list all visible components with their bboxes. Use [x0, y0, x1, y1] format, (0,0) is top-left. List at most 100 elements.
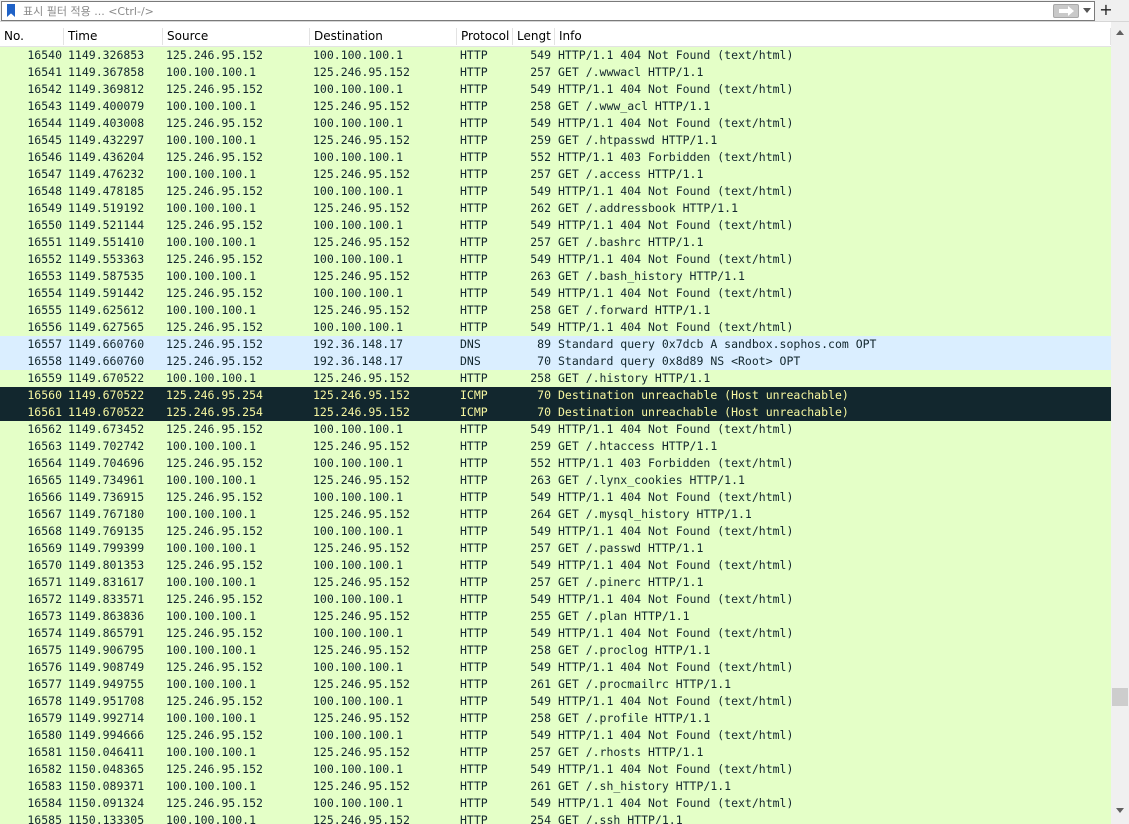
packet-time: 1150.046411 [68, 745, 145, 759]
packet-destination: 125.246.95.152 [313, 507, 410, 521]
packet-length: 258 [530, 371, 551, 385]
packet-info: Destination unreachable (Host unreachabl… [558, 388, 849, 402]
packet-row[interactable]: 16576 1149.908749 125.246.95.152 100.100.10… [0, 659, 1111, 676]
packet-info: GET /.lynx_cookies HTTP/1.1 [558, 473, 745, 487]
packet-row[interactable]: 16578 1149.951708 125.246.95.152 100.100.10… [0, 693, 1111, 710]
column-header-no[interactable]: No. [0, 26, 64, 47]
packet-protocol: HTTP [460, 575, 488, 589]
packet-row[interactable]: 16547 1149.476232 100.100.100.1 125.246.95.… [0, 166, 1111, 183]
packet-time: 1149.403008 [68, 116, 145, 130]
packet-row[interactable]: 16581 1150.046411 100.100.100.1 125.246.95.… [0, 744, 1111, 761]
packet-info: GET /.bash_history HTTP/1.1 [558, 269, 745, 283]
packet-number: 16554 [27, 286, 62, 300]
packet-row[interactable]: 16557 1149.660760 125.246.95.152 192.36.148… [0, 336, 1111, 353]
packet-row[interactable]: 16541 1149.367858 100.100.100.1 125.246.95.… [0, 64, 1111, 81]
packet-source: 125.246.95.152 [166, 592, 263, 606]
scroll-down-icon[interactable] [1116, 808, 1124, 813]
packet-row[interactable]: 16563 1149.702742 100.100.100.1 125.246.95.… [0, 438, 1111, 455]
packet-row[interactable]: 16553 1149.587535 100.100.100.1 125.246.95.… [0, 268, 1111, 285]
packet-destination: 125.246.95.152 [313, 813, 410, 824]
packet-row[interactable]: 16565 1149.734961 100.100.100.1 125.246.95.… [0, 472, 1111, 489]
packet-info: HTTP/1.1 404 Not Found (text/html) [558, 524, 794, 538]
packet-number: 16549 [27, 201, 62, 215]
packet-row[interactable]: 16546 1149.436204 125.246.95.152 100.100.10… [0, 149, 1111, 166]
packet-row[interactable]: 16555 1149.625612 100.100.100.1 125.246.95.… [0, 302, 1111, 319]
apply-filter-arrow-icon[interactable] [1053, 4, 1079, 18]
packet-row[interactable]: 16580 1149.994666 125.246.95.152 100.100.10… [0, 727, 1111, 744]
packet-list[interactable]: 16540 1149.326853 125.246.95.152 100.100.10… [0, 47, 1111, 824]
packet-row[interactable]: 16552 1149.553363 125.246.95.152 100.100.10… [0, 251, 1111, 268]
packet-row[interactable]: 16582 1150.048365 125.246.95.152 100.100.10… [0, 761, 1111, 778]
packet-row[interactable]: 16577 1149.949755 100.100.100.1 125.246.95.… [0, 676, 1111, 693]
display-filter-input[interactable] [23, 3, 1043, 19]
column-header-source[interactable]: Source [163, 26, 310, 47]
packet-row[interactable]: 16567 1149.767180 100.100.100.1 125.246.95.… [0, 506, 1111, 523]
packet-row[interactable]: 16564 1149.704696 125.246.95.152 100.100.10… [0, 455, 1111, 472]
packet-source: 125.246.95.152 [166, 626, 263, 640]
packet-row[interactable]: 16554 1149.591442 125.246.95.152 100.100.10… [0, 285, 1111, 302]
packet-info: HTTP/1.1 404 Not Found (text/html) [558, 184, 794, 198]
packet-row[interactable]: 16542 1149.369812 125.246.95.152 100.100.10… [0, 81, 1111, 98]
column-header-time[interactable]: Time [64, 26, 163, 47]
packet-info: HTTP/1.1 404 Not Found (text/html) [558, 728, 794, 742]
packet-protocol: HTTP [460, 609, 488, 623]
packet-source: 125.246.95.152 [166, 218, 263, 232]
packet-row[interactable]: 16560 1149.670522 125.246.95.254 125.246.95… [0, 387, 1111, 404]
packet-row[interactable]: 16571 1149.831617 100.100.100.1 125.246.95.… [0, 574, 1111, 591]
packet-length: 264 [530, 507, 551, 521]
packet-row[interactable]: 16562 1149.673452 125.246.95.152 100.100.10… [0, 421, 1111, 438]
packet-row[interactable]: 16579 1149.992714 100.100.100.1 125.246.95.… [0, 710, 1111, 727]
packet-source: 125.246.95.152 [166, 524, 263, 538]
packet-row[interactable]: 16561 1149.670522 125.246.95.254 125.246.95… [0, 404, 1111, 421]
packet-number: 16575 [27, 643, 62, 657]
packet-row[interactable]: 16585 1150.133305 100.100.100.1 125.246.95.… [0, 812, 1111, 824]
column-header-info[interactable]: Info [555, 26, 1111, 47]
packet-row[interactable]: 16556 1149.627565 125.246.95.152 100.100.10… [0, 319, 1111, 336]
packet-protocol: HTTP [460, 65, 488, 79]
packet-row[interactable]: 16549 1149.519192 100.100.100.1 125.246.95.… [0, 200, 1111, 217]
packet-number: 16551 [27, 235, 62, 249]
column-header-destination[interactable]: Destination [310, 26, 457, 47]
packet-number: 16567 [27, 507, 62, 521]
packet-row[interactable]: 16559 1149.670522 100.100.100.1 125.246.95.… [0, 370, 1111, 387]
packet-row[interactable]: 16540 1149.326853 125.246.95.152 100.100.10… [0, 47, 1111, 64]
packet-destination: 100.100.100.1 [313, 218, 404, 232]
packet-row[interactable]: 16570 1149.801353 125.246.95.152 100.100.10… [0, 557, 1111, 574]
packet-destination: 125.246.95.152 [313, 201, 410, 215]
packet-row[interactable]: 16569 1149.799399 100.100.100.1 125.246.95.… [0, 540, 1111, 557]
packet-protocol: HTTP [460, 711, 488, 725]
add-filter-button[interactable]: + [1098, 0, 1114, 20]
packet-row[interactable]: 16548 1149.478185 125.246.95.152 100.100.10… [0, 183, 1111, 200]
packet-row[interactable]: 16558 1149.660760 125.246.95.152 192.36.148… [0, 353, 1111, 370]
packet-row[interactable]: 16568 1149.769135 125.246.95.152 100.100.10… [0, 523, 1111, 540]
packet-row[interactable]: 16543 1149.400079 100.100.100.1 125.246.95.… [0, 98, 1111, 115]
packet-row[interactable]: 16575 1149.906795 100.100.100.1 125.246.95.… [0, 642, 1111, 659]
packet-row[interactable]: 16551 1149.551410 100.100.100.1 125.246.95.… [0, 234, 1111, 251]
packet-length: 549 [530, 592, 551, 606]
packet-row[interactable]: 16584 1150.091324 125.246.95.152 100.100.10… [0, 795, 1111, 812]
packet-protocol: DNS [460, 354, 481, 368]
packet-row[interactable]: 16572 1149.833571 125.246.95.152 100.100.10… [0, 591, 1111, 608]
packet-row[interactable]: 16544 1149.403008 125.246.95.152 100.100.10… [0, 115, 1111, 132]
packet-row[interactable]: 16583 1150.089371 100.100.100.1 125.246.95.… [0, 778, 1111, 795]
packet-number: 16556 [27, 320, 62, 334]
column-header-length[interactable]: Lengt [513, 26, 555, 47]
scroll-up-icon[interactable] [1116, 30, 1124, 35]
vertical-scrollbar[interactable] [1111, 22, 1129, 824]
packet-time: 1149.801353 [68, 558, 145, 572]
scroll-thumb[interactable] [1112, 687, 1128, 706]
bookmark-icon[interactable] [7, 4, 15, 17]
packet-row[interactable]: 16545 1149.432297 100.100.100.1 125.246.95.… [0, 132, 1111, 149]
packet-info: GET /.passwd HTTP/1.1 [558, 541, 704, 555]
column-header-protocol[interactable]: Protocol [457, 26, 513, 47]
packet-row[interactable]: 16573 1149.863836 100.100.100.1 125.246.95.… [0, 608, 1111, 625]
packet-row[interactable]: 16574 1149.865791 125.246.95.152 100.100.10… [0, 625, 1111, 642]
packet-row[interactable]: 16550 1149.521144 125.246.95.152 100.100.10… [0, 217, 1111, 234]
packet-number: 16540 [27, 48, 62, 62]
packet-protocol: HTTP [460, 201, 488, 215]
packet-destination: 125.246.95.152 [313, 745, 410, 759]
packet-protocol: HTTP [460, 167, 488, 181]
packet-number: 16573 [27, 609, 62, 623]
packet-row[interactable]: 16566 1149.736915 125.246.95.152 100.100.10… [0, 489, 1111, 506]
chevron-down-icon[interactable] [1083, 8, 1091, 13]
